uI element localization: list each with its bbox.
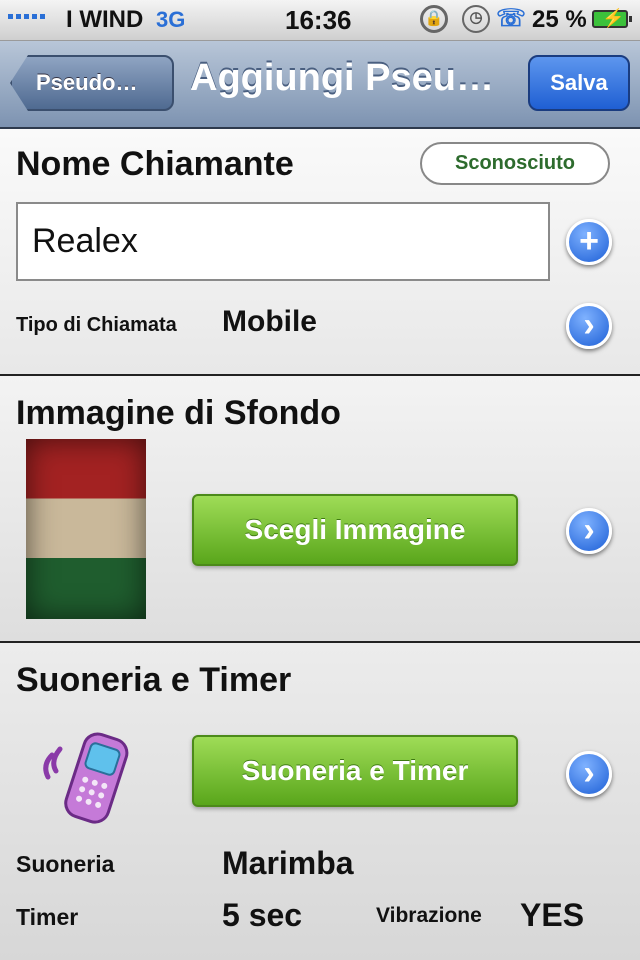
unknown-caller-button[interactable]: Sconosciuto (420, 142, 610, 185)
italian-flag-image (26, 439, 146, 619)
chevron-right-circle-icon: › (583, 306, 595, 344)
status-bar: I WIND 3G 16:36 🔒 ◷ ☏ 25 % ⚡ (0, 0, 640, 41)
alarm-clock-icon: ◷ (462, 5, 490, 33)
ringtone-disclosure-button[interactable]: › (566, 751, 612, 797)
call-type-value: Mobile (222, 305, 317, 338)
ringtone-timer-section: Suoneria e Timer Suoneria e Timer › Suon… (0, 643, 640, 960)
back-button[interactable]: Pseudo… (10, 55, 174, 111)
caller-name-input[interactable] (16, 202, 550, 281)
vibrating-phone-icon (43, 732, 129, 824)
page-title: Aggiungi Pseu… (190, 57, 494, 99)
ringtone-timer-title: Suoneria e Timer (16, 661, 292, 699)
back-button-label: Pseudo… (36, 70, 138, 95)
network-type: 3G (156, 7, 186, 32)
timer-label: Timer (16, 904, 79, 930)
chevron-right-circle-icon: › (583, 511, 595, 549)
chevron-right-circle-icon: › (583, 754, 595, 792)
ringtone-timer-button[interactable]: Suoneria e Timer (192, 735, 518, 807)
battery-percentage: 25 % (532, 6, 587, 33)
timer-value: 5 sec (222, 897, 303, 933)
battery-icon: ⚡ (592, 8, 632, 28)
save-button[interactable]: Salva (528, 55, 630, 111)
ringtone-label: Suoneria (16, 851, 115, 877)
ringtone-value: Marimba (222, 845, 354, 881)
carrier-name: I WIND (66, 6, 144, 33)
background-disclosure-button[interactable]: › (566, 508, 612, 554)
call-type-disclosure-button[interactable]: › (566, 303, 612, 349)
caller-name-title: Nome Chiamante (16, 145, 294, 183)
tty-phone-icon: ☏ (496, 5, 527, 32)
clock: 16:36 (285, 5, 352, 35)
caller-name-section: Nome Chiamante Sconosciuto + Tipo di Chi… (0, 129, 640, 376)
plus-circle-icon: + (579, 222, 599, 260)
add-contact-button[interactable]: + (566, 219, 612, 265)
signal-strength-icon (8, 14, 45, 19)
background-image-title: Immagine di Sfondo (16, 394, 341, 432)
call-type-label: Tipo di Chiamata (16, 314, 177, 336)
background-image-section: Immagine di Sfondo Scegli Immagine › (0, 376, 640, 643)
rotation-lock-icon: 🔒 (420, 5, 448, 33)
choose-image-button[interactable]: Scegli Immagine (192, 494, 518, 566)
navigation-bar: Pseudo… Aggiungi Pseu… Salva (0, 41, 640, 129)
vibration-label: Vibrazione (376, 904, 482, 927)
vibration-value: YES (520, 897, 585, 933)
